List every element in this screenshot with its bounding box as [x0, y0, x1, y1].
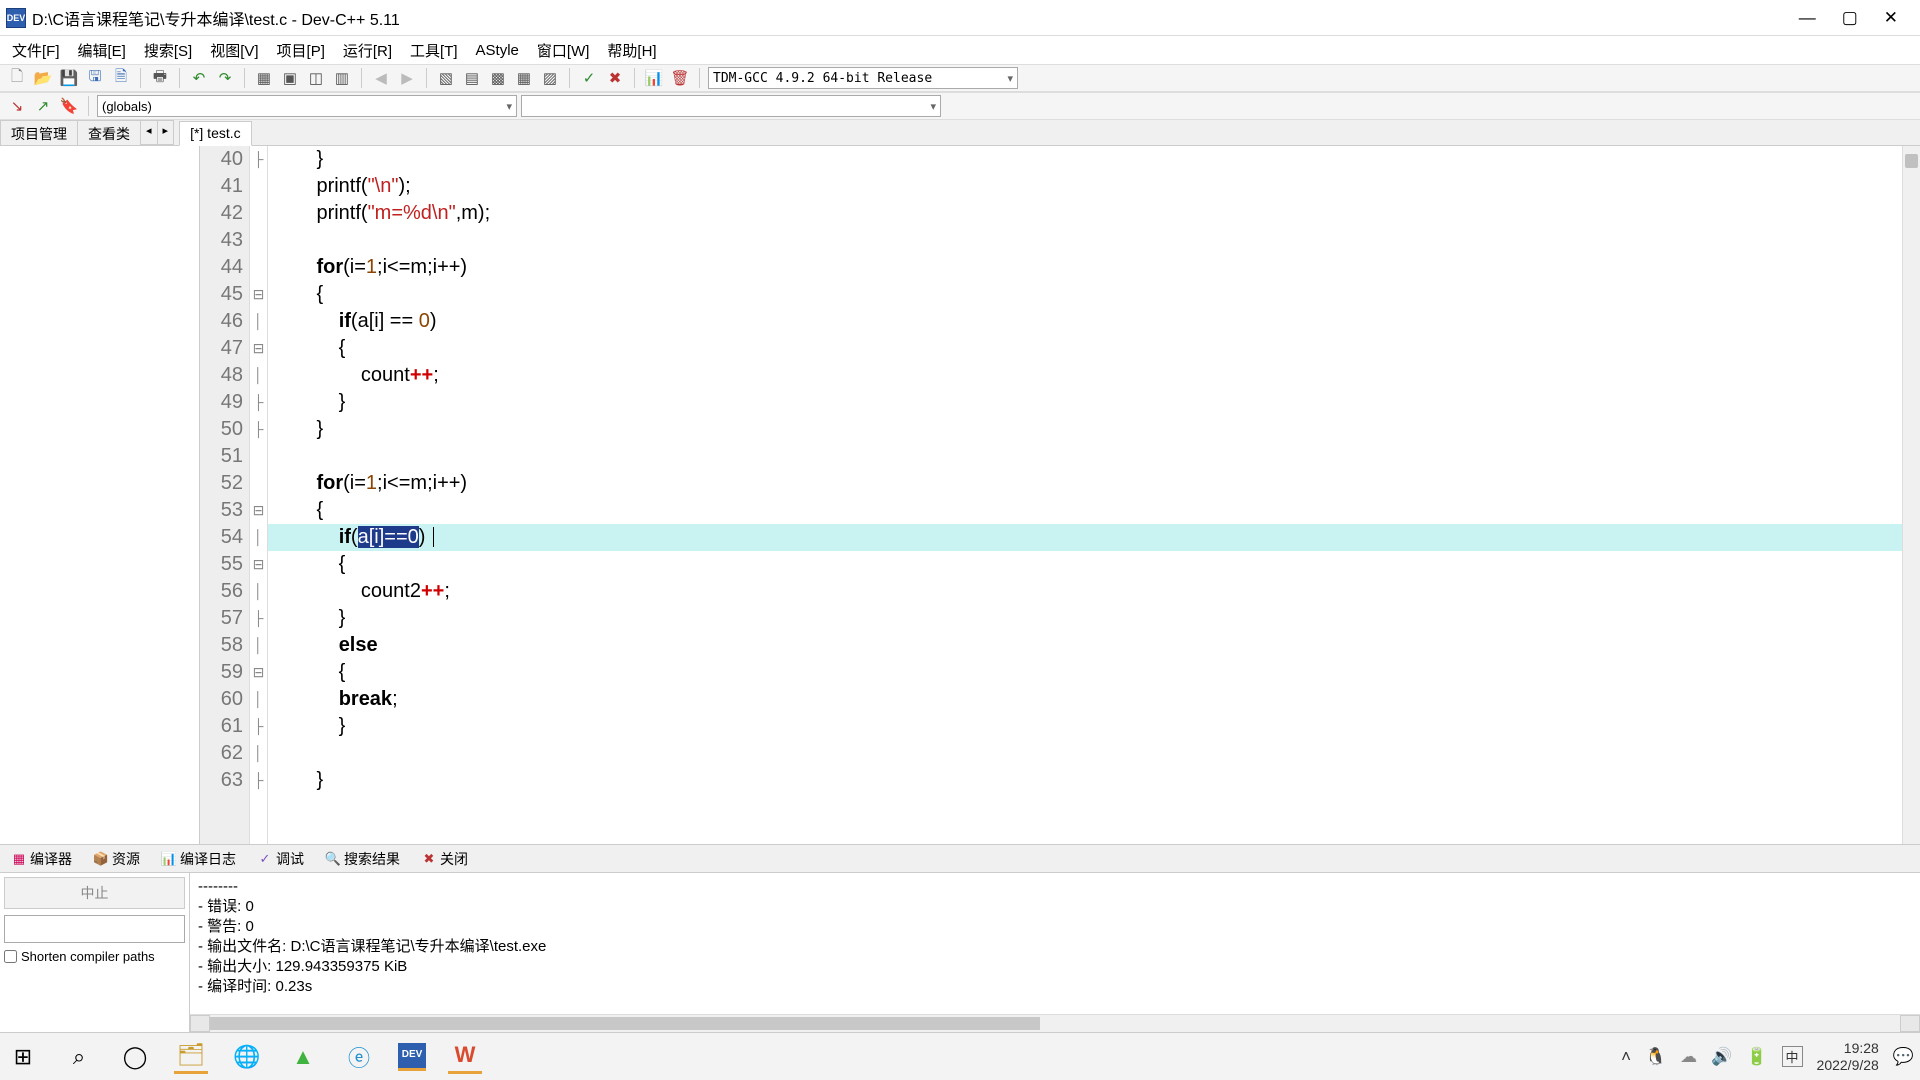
rebuild-icon[interactable]: ▥	[331, 67, 353, 89]
menu-help[interactable]: 帮助[H]	[603, 38, 660, 63]
debug-step-icon[interactable]: ▧	[435, 67, 457, 89]
editor-vscrollbar[interactable]	[1902, 146, 1920, 844]
profile-icon[interactable]: 📊	[643, 67, 665, 89]
edge-taskbar-icon[interactable]: 🌐	[230, 1040, 264, 1074]
devcpp-taskbar-icon[interactable]: DEV	[398, 1043, 426, 1071]
tab-nav-right-icon[interactable]: ▸	[157, 120, 175, 145]
menu-search[interactable]: 搜索[S]	[140, 38, 196, 63]
grid-icon: ▦	[12, 852, 26, 866]
bottom-tab-search-results[interactable]: 🔍搜索结果	[318, 846, 408, 872]
search-icon: 🔍	[326, 852, 340, 866]
toolbar-main: 🗋 📂 💾 🖫 🗎 🖶 ↶ ↷ ▦ ▣ ◫ ▥ ◀ ▶ ▧ ▤ ▩ ▦ ▨ ✓ …	[0, 64, 1920, 92]
scope-select[interactable]: (globals)	[97, 95, 517, 117]
tray-onedrive-icon[interactable]: ☁	[1680, 1047, 1697, 1067]
bookmark-icon[interactable]: 🔖	[58, 95, 80, 117]
clock-time: 19:28	[1817, 1040, 1879, 1057]
nav-back-icon[interactable]: ◀	[370, 67, 392, 89]
compile-run-icon[interactable]: ◫	[305, 67, 327, 89]
compile-output[interactable]: --------- 错误: 0- 警告: 0- 输出文件名: D:\C语言课程笔…	[190, 873, 1920, 1014]
ie-taskbar-icon[interactable]: ⓔ	[342, 1040, 376, 1074]
goto-next-icon[interactable]: ↘	[6, 95, 28, 117]
notifications-icon[interactable]: 💬	[1893, 1047, 1914, 1067]
run-icon[interactable]: ▣	[279, 67, 301, 89]
title-bar: DEV D:\C语言课程笔记\专升本编译\test.c - Dev-C++ 5.…	[0, 0, 1920, 36]
compile-icon[interactable]: ▦	[253, 67, 275, 89]
menu-astyle[interactable]: AStyle	[472, 40, 523, 61]
save-icon[interactable]: 💾	[58, 67, 80, 89]
compiler-select-value: TDM-GCC 4.9.2 64-bit Release	[713, 71, 932, 86]
close-icon: ✖	[422, 852, 436, 866]
debug-over-icon[interactable]: ▩	[487, 67, 509, 89]
redo-icon[interactable]: ↷	[214, 67, 236, 89]
nav-fwd-icon[interactable]: ▶	[396, 67, 418, 89]
menu-project[interactable]: 项目[P]	[273, 38, 329, 63]
save-as-icon[interactable]: 🗎	[110, 67, 132, 89]
project-sidebar[interactable]	[0, 146, 200, 844]
wechat-taskbar-icon[interactable]: ▲	[286, 1040, 320, 1074]
check-icon[interactable]: ✓	[578, 67, 600, 89]
tray-volume-icon[interactable]: 🔊	[1711, 1047, 1732, 1067]
member-select[interactable]	[521, 95, 941, 117]
window-title: D:\C语言课程笔记\专升本编译\test.c - Dev-C++ 5.11	[32, 6, 1799, 30]
filter-input[interactable]	[4, 915, 185, 943]
compile-log-panel: 中止 Shorten compiler paths --------- 错误: …	[0, 872, 1920, 1032]
bottom-tab-compile-log[interactable]: 📊编译日志	[154, 846, 244, 872]
debug-into-icon[interactable]: ▤	[461, 67, 483, 89]
compiler-select[interactable]: TDM-GCC 4.9.2 64-bit Release	[708, 67, 1018, 89]
app-icon: DEV	[6, 8, 26, 28]
abort-button[interactable]: 中止	[4, 877, 185, 909]
bottom-tab-debug[interactable]: ✓调试	[250, 846, 312, 872]
check-icon: ✓	[258, 852, 272, 866]
chart-icon: 📊	[162, 852, 176, 866]
editor-tab-test-c[interactable]: [*] test.c	[179, 121, 252, 146]
tray-qq-icon[interactable]: 🐧	[1645, 1047, 1666, 1067]
maximize-button[interactable]: ▢	[1842, 8, 1858, 28]
open-file-icon[interactable]: 📂	[32, 67, 54, 89]
scope-select-value: (globals)	[102, 99, 152, 114]
debug-out-icon[interactable]: ▦	[513, 67, 535, 89]
bottom-tab-strip: ▦编译器 📦资源 📊编译日志 ✓调试 🔍搜索结果 ✖关闭	[0, 844, 1920, 872]
goto-prev-icon[interactable]: ↗	[32, 95, 54, 117]
start-button[interactable]: ⊞	[6, 1040, 40, 1074]
bottom-tab-resources[interactable]: 📦资源	[86, 846, 148, 872]
menu-file[interactable]: 文件[F]	[8, 38, 64, 63]
delete-profile-icon[interactable]: 🗑	[669, 67, 691, 89]
close-button[interactable]: ✕	[1884, 8, 1898, 28]
save-all-icon[interactable]: 🖫	[84, 67, 106, 89]
code-editor[interactable]: 4041424344454647484950515253545556575859…	[200, 146, 1920, 844]
menu-view[interactable]: 视图[V]	[206, 38, 262, 63]
search-button[interactable]: ⌕	[62, 1040, 96, 1074]
taskbar-clock[interactable]: 19:28 2022/9/28	[1817, 1040, 1879, 1074]
tray-battery-icon[interactable]: 🔋	[1746, 1047, 1767, 1067]
bottom-tab-close[interactable]: ✖关闭	[414, 846, 476, 872]
toolbar-nav: ↘ ↗ 🔖 (globals)	[0, 92, 1920, 120]
menu-bar: 文件[F] 编辑[E] 搜索[S] 视图[V] 项目[P] 运行[R] 工具[T…	[0, 36, 1920, 64]
tab-nav-left-icon[interactable]: ◂	[140, 120, 158, 145]
cancel-icon[interactable]: ✖	[604, 67, 626, 89]
wps-taskbar-icon[interactable]: W	[448, 1040, 482, 1074]
shorten-paths-checkbox[interactable]: Shorten compiler paths	[4, 949, 185, 964]
minimize-button[interactable]: —	[1799, 8, 1816, 28]
bottom-tab-compiler[interactable]: ▦编译器	[4, 846, 80, 872]
tab-strip: 项目管理 查看类 ◂ ▸ [*] test.c	[0, 120, 1920, 146]
task-view-button[interactable]: ◯	[118, 1040, 152, 1074]
output-hscrollbar[interactable]	[190, 1014, 1920, 1032]
windows-taskbar: ⊞ ⌕ ◯ 🗂 🌐 ▲ ⓔ DEV W ˄ 🐧 ☁ 🔊 🔋 中 19:28 20…	[0, 1032, 1920, 1080]
explorer-taskbar-icon[interactable]: 🗂	[174, 1040, 208, 1074]
shorten-paths-label: Shorten compiler paths	[21, 949, 155, 964]
print-icon[interactable]: 🖶	[149, 67, 171, 89]
menu-edit[interactable]: 编辑[E]	[74, 38, 130, 63]
new-file-icon[interactable]: 🗋	[6, 67, 28, 89]
debug-stop-icon[interactable]: ▨	[539, 67, 561, 89]
undo-icon[interactable]: ↶	[188, 67, 210, 89]
side-tab-classes[interactable]: 查看类	[77, 120, 141, 145]
tray-chevron-icon[interactable]: ˄	[1621, 1047, 1631, 1067]
tray-ime-indicator[interactable]: 中	[1782, 1046, 1803, 1067]
clock-date: 2022/9/28	[1817, 1057, 1879, 1074]
menu-window[interactable]: 窗口[W]	[533, 38, 594, 63]
menu-tools[interactable]: 工具[T]	[406, 38, 462, 63]
menu-run[interactable]: 运行[R]	[339, 38, 396, 63]
side-tab-project[interactable]: 项目管理	[0, 120, 78, 145]
package-icon: 📦	[94, 852, 108, 866]
